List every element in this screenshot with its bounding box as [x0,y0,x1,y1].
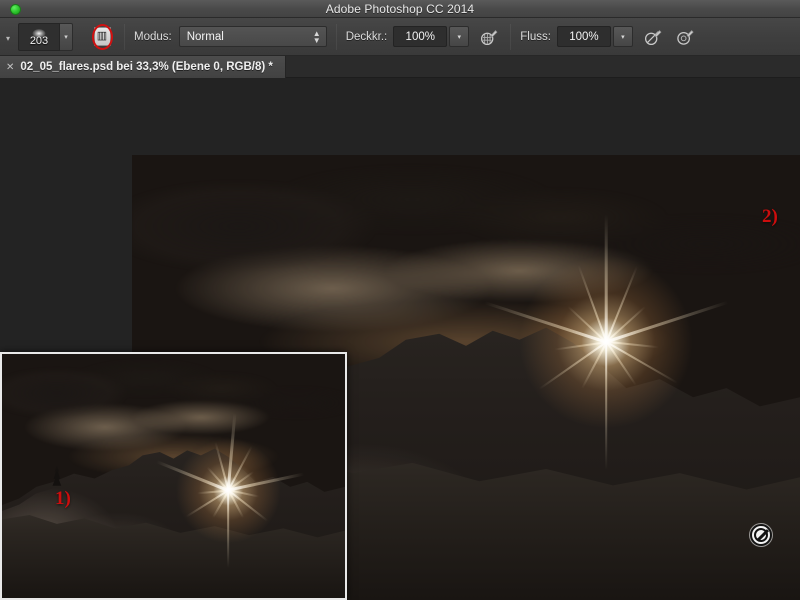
flow-value: 100% [569,31,598,43]
tool-options-bar: ▾ 203 ▾ ▥ Modus: Normal ▲▼ Deckkr.: 100%… [0,18,800,56]
title-bar: Adobe Photoshop CC 2014 [0,0,800,18]
annotation-marker-2: 2) [762,206,778,228]
document-tab[interactable]: ✕ 02_05_flares.psd bei 33,3% (Ebene 0, R… [0,56,286,78]
opacity-label: Deckkr.: [346,31,388,43]
airbrush-icon[interactable] [641,24,665,50]
brush-panel-toggle-button[interactable]: ▥ [89,24,115,50]
no-drop-glyph [754,528,768,542]
symmetry-target-icon[interactable] [673,24,697,50]
options-divider [124,24,125,50]
blend-mode-select[interactable]: Normal ▲▼ [179,26,327,47]
brush-preset-picker[interactable]: 203 ▾ [18,23,73,51]
options-divider-2 [336,24,337,50]
brush-preview-thumbnail[interactable]: 203 [18,23,60,51]
photoshop-window: Adobe Photoshop CC 2014 ▾ 203 ▾ ▥ Modus:… [0,0,800,600]
document-tab-strip: ✕ 02_05_flares.psd bei 33,3% (Ebene 0, R… [0,56,800,78]
blend-mode-label: Modus: [134,31,172,43]
opacity-input[interactable]: 100% [393,26,447,47]
blend-mode-value: Normal [187,31,224,43]
flow-input[interactable]: 100% [557,26,611,47]
brush-panel-toggle-icon: ▥ [94,27,111,46]
no-drop-cursor-icon [750,524,772,546]
pressure-opacity-icon[interactable] [477,24,501,50]
annotation-marker-1: 1) [55,488,71,510]
flow-caret-icon[interactable]: ▾ [613,26,633,47]
tool-preset-picker-caret-icon[interactable]: ▾ [0,30,16,43]
opacity-value: 100% [406,31,435,43]
canvas-area[interactable]: 2) 1) [0,78,800,600]
close-icon[interactable]: ✕ [6,62,14,73]
brush-size-value: 203 [30,36,48,50]
options-divider-3 [510,24,511,50]
application-title: Adobe Photoshop CC 2014 [326,2,474,16]
reference-thumbnail-window[interactable] [0,352,347,600]
window-close-green-button[interactable] [10,4,21,15]
flow-label: Fluss: [520,31,551,43]
opacity-caret-icon[interactable]: ▾ [449,26,469,47]
brush-preset-caret-icon[interactable]: ▾ [60,23,73,51]
document-tab-title: 02_05_flares.psd bei 33,3% (Ebene 0, RGB… [20,61,272,73]
chevron-updown-icon: ▲▼ [313,30,321,44]
